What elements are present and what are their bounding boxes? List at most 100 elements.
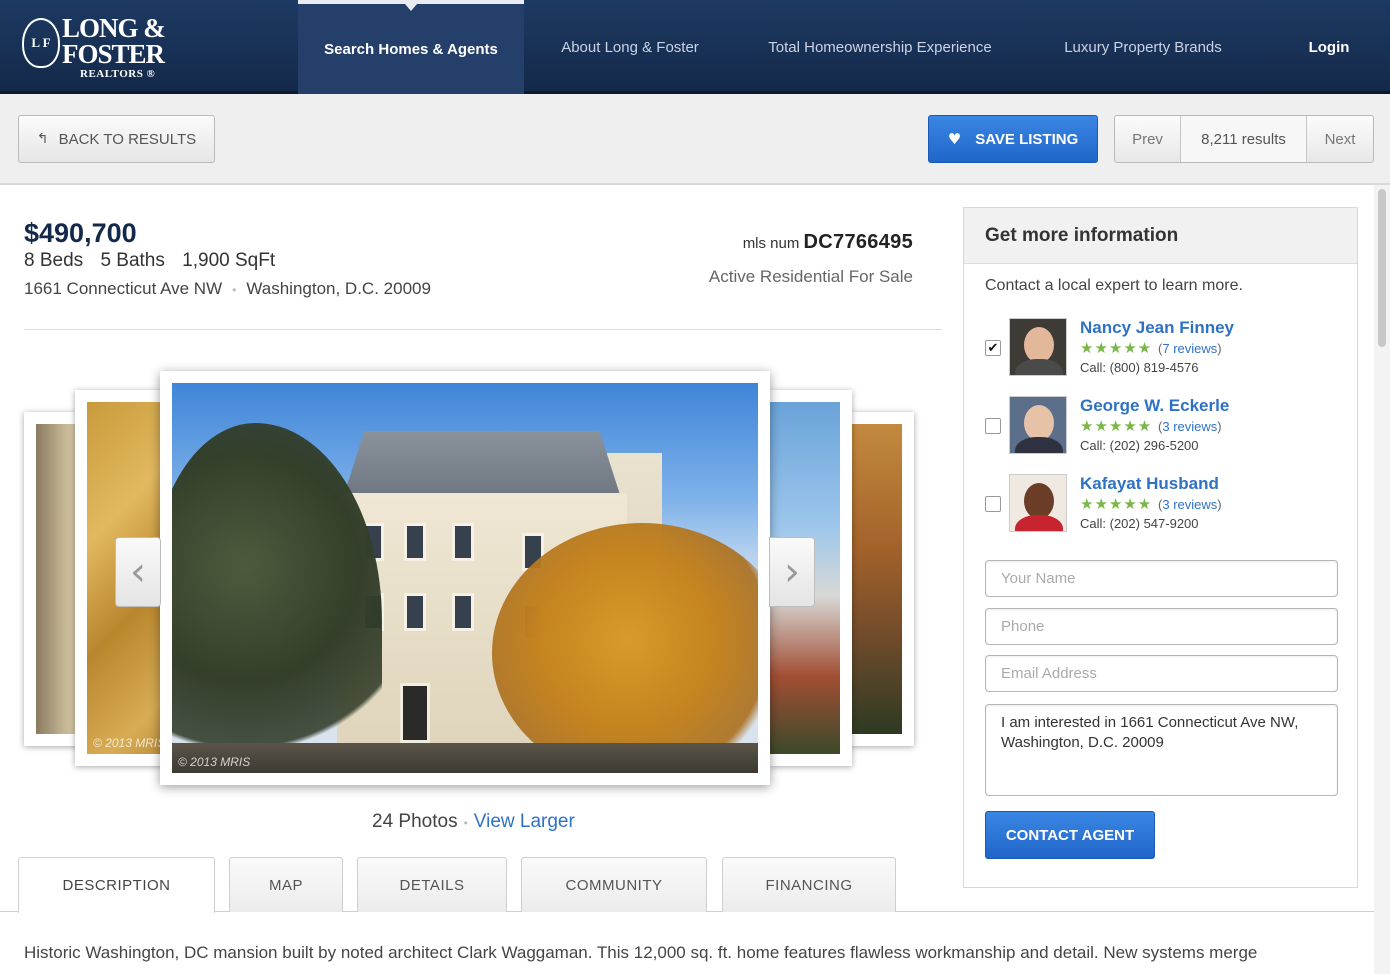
gallery-prev-button[interactable]: ‹ [115,537,161,607]
baths-count: 5 Baths [100,250,165,271]
listing-status: Active Residential For Sale [708,267,913,286]
save-listing-label: SAVE LISTING [975,130,1079,148]
agent-name-link[interactable]: Kafayat Husband [1080,474,1219,494]
chevron-left-icon: ‹ [130,549,146,595]
agent-shoulders [1015,437,1063,453]
agent-reviews-link[interactable]: 7 reviews [1162,341,1217,356]
photo-count-line: 24 Photos • View Larger [372,811,575,833]
prev-button[interactable]: Prev [1115,116,1181,162]
photo-window [452,523,474,561]
agent-card: George W. Eckerle ★★★★★ (3 reviews) Call… [985,396,1345,456]
agent-checkbox[interactable] [985,418,1001,434]
photo-window [452,593,474,631]
agent-phone[interactable]: Call: (800) 819-4576 [1080,360,1199,375]
mansion-exterior-photo: © 2013 MRIS [172,383,758,773]
logo-seal-icon: L F [22,18,60,68]
photo-count-separator: • [463,816,468,830]
gallery-main-photo[interactable]: © 2013 MRIS [160,371,770,785]
square-footage: 1,900 SqFt [182,250,276,271]
agent-rating: ★★★★★ (3 reviews) [1080,417,1222,435]
heart-icon: ♥ [947,130,962,148]
name-field[interactable] [985,560,1338,597]
beds-count: 8 Beds [24,250,84,271]
agent-phone[interactable]: Call: (202) 296-5200 [1080,438,1199,453]
long-foster-logo[interactable]: L F LONG & FOSTER REALTORS ® [22,13,166,82]
agent-rating: ★★★★★ (3 reviews) [1080,495,1222,513]
agent-avatar [1009,396,1067,454]
scrollbar-thumb[interactable] [1378,189,1386,347]
tab-details[interactable]: DETAILS [357,857,507,912]
email-field[interactable] [985,655,1338,692]
mls-label: mls num [742,235,800,252]
agent-face [1024,405,1054,441]
back-arrow-icon: ↰ [36,131,49,147]
nav-search-homes-agents[interactable]: Search Homes & Agents [298,0,524,94]
message-field[interactable]: I am interested in 1661 Connecticut Ave … [985,704,1338,796]
agent-reviews-link[interactable]: 3 reviews [1162,419,1217,434]
agent-checkbox[interactable] [985,496,1001,512]
photo-ground [172,743,758,773]
photo-watermark: © 2013 MRIS [178,755,251,769]
nav-login[interactable]: Login [1290,0,1368,94]
tab-map[interactable]: MAP [229,857,343,912]
listing-description: Historic Washington, DC mansion built by… [24,943,1258,962]
agent-shoulders [1015,515,1063,531]
logo-text-line3: REALTORS ® [80,68,156,80]
agent-face [1024,327,1054,363]
next-button[interactable]: Next [1307,116,1373,162]
address-separator: • [232,283,237,297]
contact-agent-button[interactable]: CONTACT AGENT [985,811,1155,859]
save-listing-button[interactable]: ♥ SAVE LISTING [928,115,1098,163]
agent-card: Kafayat Husband ★★★★★ (3 reviews) Call: … [985,474,1345,534]
photo-window [404,593,426,631]
listing-specs: 8 Beds 5 Baths 1,900 SqFt [24,250,287,272]
street-address: 1661 Connecticut Ave NW [24,279,223,298]
star-rating-icon: ★★★★★ [1080,339,1153,357]
back-to-results-button[interactable]: ↰ BACK TO RESULTS [18,115,215,163]
photo-watermark: © 2013 MRIS [93,736,166,750]
agent-avatar [1009,318,1067,376]
listing-price: $490,700 [24,218,137,248]
star-rating-icon: ★★★★★ [1080,495,1153,513]
nav-luxury-property-brands[interactable]: Luxury Property Brands [1040,0,1246,94]
contact-sidebar: Get more information Contact a local exp… [963,207,1358,888]
agent-phone[interactable]: Call: (202) 547-9200 [1080,516,1199,531]
tab-community[interactable]: COMMUNITY [521,857,707,912]
agent-name-link[interactable]: Nancy Jean Finney [1080,318,1234,338]
reviews-close-paren: ) [1217,341,1222,356]
gallery-thumbnail-far-right[interactable] [850,412,914,746]
results-pager: Prev 8,211 results Next [1114,115,1374,163]
nav-total-homeownership[interactable]: Total Homeownership Experience [742,0,1018,94]
mls-number-block: mls num DC7766495 [700,231,913,254]
header-divider [24,329,942,330]
logo-text-line1: LONG & [62,13,166,43]
photo-window [404,523,426,561]
results-count: 8,211 results [1181,116,1307,162]
agent-checkbox[interactable]: ✔ [985,340,1001,356]
gallery-next-button[interactable]: › [769,537,815,607]
listing-toolbar: ↰ BACK TO RESULTS ♥ SAVE LISTING Prev 8,… [0,94,1390,185]
tab-description[interactable]: DESCRIPTION [18,857,215,913]
listing-address: 1661 Connecticut Ave NW • Washington, D.C.… [24,279,431,299]
contact-subtitle: Contact a local expert to learn more. [985,277,1243,294]
back-to-results-label: BACK TO RESULTS [58,130,197,148]
star-rating-icon: ★★★★★ [1080,417,1153,435]
nav-about-long-foster[interactable]: About Long & Foster [538,0,722,94]
photo-door [400,683,430,743]
page-scrollbar[interactable] [1374,185,1390,974]
agent-rating: ★★★★★ (7 reviews) [1080,339,1222,357]
reviews-close-paren: ) [1217,419,1222,434]
agent-reviews-link[interactable]: 3 reviews [1162,497,1217,512]
city-address: Washington, D.C. 20009 [246,279,431,298]
phone-field[interactable] [985,608,1338,645]
agent-face [1024,483,1054,519]
agent-name-link[interactable]: George W. Eckerle [1080,396,1229,416]
top-navigation-bar: L F LONG & FOSTER REALTORS ® Search Home… [0,0,1390,94]
photo-roof [342,431,622,501]
tab-financing[interactable]: FINANCING [722,857,896,912]
view-larger-link[interactable]: View Larger [474,811,575,832]
mls-number: DC7766495 [803,231,913,253]
logo-text-line2: FOSTER [62,39,165,69]
street-photo [850,424,902,734]
agent-avatar [1009,474,1067,532]
